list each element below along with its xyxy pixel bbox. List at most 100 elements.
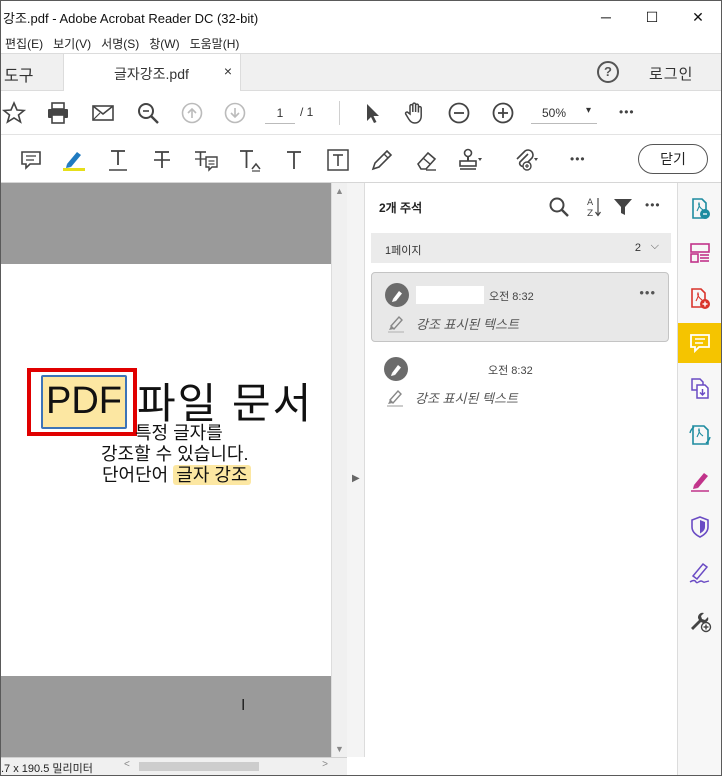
fill-sign-icon bbox=[691, 473, 709, 492]
rail-create-pdf[interactable] bbox=[678, 279, 721, 319]
page-group-count: 2 bbox=[634, 242, 641, 254]
avatar bbox=[385, 283, 409, 307]
insert-text-icon[interactable] bbox=[237, 147, 263, 173]
bookmark-star-icon[interactable] bbox=[1, 100, 27, 126]
help-icon[interactable]: ? bbox=[597, 61, 619, 83]
previous-page-icon[interactable] bbox=[179, 100, 205, 126]
attach-file-icon[interactable] bbox=[513, 147, 539, 173]
menu-edit[interactable]: 편집(E) bbox=[1, 35, 49, 52]
rail-protect[interactable] bbox=[678, 507, 721, 547]
close-window-button[interactable]: ✕ bbox=[675, 1, 721, 33]
menu-help[interactable]: 도움말(H) bbox=[186, 35, 246, 52]
window-title: 강조.pdf - Adobe Acrobat Reader DC (32-bit… bbox=[3, 10, 259, 26]
menu-view[interactable]: 보기(V) bbox=[49, 35, 97, 52]
comment-item[interactable]: 오전 8:32 ••• 강조 표시된 텍스트 bbox=[371, 272, 669, 342]
add-text-icon[interactable] bbox=[281, 147, 307, 173]
tab-file[interactable]: 글자강조.pdf × bbox=[63, 54, 241, 91]
comment-icon bbox=[690, 334, 710, 354]
search-icon[interactable] bbox=[135, 100, 161, 126]
comment-item[interactable]: 오전 8:32 강조 표시된 텍스트 bbox=[371, 347, 669, 417]
page-group-label: 1페이지 bbox=[385, 245, 422, 257]
comments-count-title: 2개 주석 bbox=[379, 201, 423, 215]
document-viewport[interactable]: PDF 파일 문서 특정 글자를 강조할 수 있습니다. 단어단어 글자 강조 … bbox=[1, 183, 331, 757]
request-signature-icon bbox=[689, 562, 710, 584]
rail-request-signature[interactable] bbox=[678, 553, 721, 593]
comment-more-menu[interactable]: ••• bbox=[639, 285, 656, 300]
chevron-down-icon[interactable]: ⌵ bbox=[651, 240, 659, 253]
comment-text: 강조 표시된 텍스트 bbox=[415, 391, 518, 406]
underline-text-icon[interactable] bbox=[105, 147, 131, 173]
tab-close-icon[interactable]: × bbox=[224, 63, 232, 79]
toolbar-divider bbox=[339, 101, 340, 125]
text-cursor-icon: I bbox=[241, 697, 246, 714]
title-bar: 강조.pdf - Adobe Acrobat Reader DC (32-bit… bbox=[1, 1, 721, 33]
more-annotation-tools[interactable]: ••• bbox=[570, 152, 586, 166]
pencil-icon[interactable] bbox=[369, 147, 395, 173]
select-cursor-icon[interactable] bbox=[359, 100, 385, 126]
highlight-pen-icon bbox=[391, 365, 401, 376]
strikethrough-icon[interactable] bbox=[149, 147, 175, 173]
panel-more-options[interactable]: ••• bbox=[645, 198, 661, 212]
rail-comment[interactable] bbox=[678, 323, 721, 363]
page-group-header[interactable]: 1페이지 2 ⌵ bbox=[371, 233, 671, 263]
filter-icon[interactable] bbox=[611, 195, 635, 219]
search-comments-icon[interactable] bbox=[547, 195, 571, 219]
more-tools-menu[interactable]: ••• bbox=[619, 105, 635, 119]
scroll-right-icon[interactable]: > bbox=[322, 759, 328, 770]
menu-bar: 편집(E) 보기(V) 서명(S) 창(W) 도움말(H) bbox=[1, 33, 721, 53]
horizontal-scrollbar[interactable]: < > bbox=[121, 759, 331, 773]
next-page-icon[interactable] bbox=[222, 100, 248, 126]
svg-text:A: A bbox=[587, 198, 594, 208]
text-box-icon[interactable] bbox=[325, 147, 351, 173]
close-toolbar-button[interactable]: 닫기 bbox=[638, 144, 708, 174]
create-pdf-icon bbox=[691, 288, 710, 309]
more-tools-icon bbox=[691, 612, 712, 633]
zoom-in-icon[interactable] bbox=[490, 100, 516, 126]
avatar bbox=[384, 357, 408, 381]
scroll-down-icon[interactable]: ▼ bbox=[335, 744, 344, 754]
print-icon[interactable] bbox=[45, 100, 71, 126]
rail-fill-sign[interactable] bbox=[678, 461, 721, 501]
rail-send-for-review[interactable] bbox=[678, 415, 721, 455]
panel-collapse-handle[interactable]: ▶ bbox=[347, 183, 365, 757]
hand-tool-icon[interactable] bbox=[402, 100, 428, 126]
rail-more-tools[interactable] bbox=[678, 601, 721, 641]
scroll-up-icon[interactable]: ▲ bbox=[335, 186, 344, 196]
eraser-icon[interactable] bbox=[413, 147, 439, 173]
rail-combine-files[interactable] bbox=[678, 369, 721, 409]
replace-text-icon[interactable] bbox=[193, 147, 219, 173]
vertical-scrollbar[interactable]: ▲ ▼ bbox=[331, 183, 347, 757]
menu-window[interactable]: 창(W) bbox=[145, 35, 185, 52]
zoom-value: 50% bbox=[542, 106, 567, 120]
login-button[interactable]: 로그인 bbox=[649, 63, 693, 84]
comment-author bbox=[416, 286, 484, 304]
zoom-out-icon[interactable] bbox=[446, 100, 472, 126]
chevron-right-icon[interactable]: ▶ bbox=[352, 473, 360, 484]
email-icon[interactable] bbox=[90, 100, 116, 126]
maximize-button[interactable]: ☐ bbox=[629, 1, 675, 33]
page-dimensions: .7 x 190.5 밀리미터 bbox=[1, 763, 93, 775]
highlight-pen-icon bbox=[392, 291, 402, 302]
stamp-icon[interactable] bbox=[457, 147, 483, 173]
svg-text:Z: Z bbox=[587, 209, 593, 219]
rail-organize-pages[interactable] bbox=[678, 233, 721, 273]
scroll-thumb[interactable] bbox=[139, 762, 259, 771]
menu-sign[interactable]: 서명(S) bbox=[97, 35, 145, 52]
scroll-left-icon[interactable]: < bbox=[124, 759, 130, 770]
comment-author bbox=[415, 360, 483, 378]
sticky-note-icon[interactable] bbox=[18, 147, 44, 173]
highlight-text-icon[interactable] bbox=[61, 147, 87, 173]
page-total: / 1 bbox=[300, 105, 314, 119]
tab-tools[interactable]: 도구 bbox=[1, 54, 63, 90]
chevron-down-icon: ▾ bbox=[585, 105, 591, 116]
page-number-input[interactable] bbox=[265, 102, 295, 124]
rail-export-pdf[interactable] bbox=[678, 189, 721, 229]
organize-pages-icon bbox=[690, 243, 710, 263]
zoom-select[interactable]: 50% ▾ bbox=[531, 102, 597, 124]
sort-az-icon[interactable]: AZ bbox=[580, 195, 604, 219]
pdf-page[interactable]: PDF 파일 문서 특정 글자를 강조할 수 있습니다. 단어단어 글자 강조 bbox=[1, 264, 331, 676]
highlight-marker-icon bbox=[387, 389, 403, 407]
minimize-button[interactable]: ─ bbox=[583, 1, 629, 33]
comments-panel: 2개 주석 AZ ••• 1페이지 2 ⌵ 오전 8:32 ••• 강조 표시된… bbox=[365, 183, 677, 775]
highlighted-phrase[interactable]: 글자 강조 bbox=[173, 465, 251, 485]
